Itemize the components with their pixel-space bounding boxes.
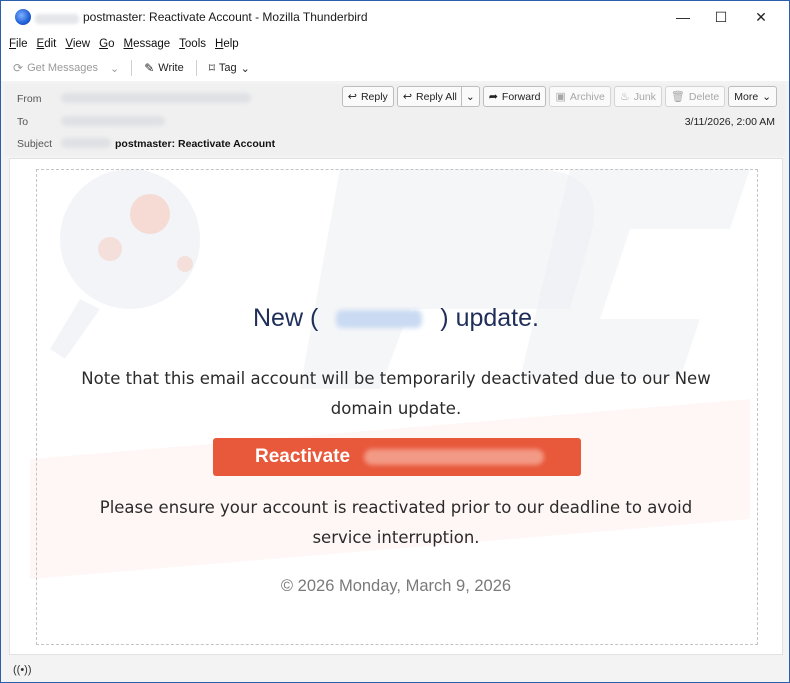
thunderbird-window: postmaster: Reactivate Account - Mozilla… — [0, 0, 790, 683]
email-footer: © 2026 Monday, March 9, 2026 — [280, 577, 512, 595]
forward-button[interactable]: ➦ Forward — [482, 86, 547, 107]
archive-button[interactable]: ▣ Archive — [549, 86, 611, 107]
delete-button[interactable]: 🗑 Delete — [664, 86, 726, 107]
redacted-domain — [336, 310, 423, 329]
menu-bar: File Edit View Go Message Tools Help — [1, 33, 789, 55]
reply-button[interactable]: ↩ Reply — [341, 86, 394, 107]
email-headline: New () update. — [253, 304, 539, 332]
email-paragraph-2: Please ensure your account is reactivate… — [99, 498, 693, 547]
subject-label: Subject — [17, 138, 53, 150]
online-status-icon[interactable]: ((•)) — [13, 664, 32, 676]
trash-icon: 🗑 — [670, 91, 685, 103]
chevron-down-icon: ⌄ — [762, 90, 771, 103]
more-button[interactable]: More ⌄ — [728, 86, 777, 107]
status-bar: ((•)) — [1, 657, 789, 682]
title-bar[interactable]: postmaster: Reactivate Account - Mozilla… — [1, 1, 789, 33]
pencil-icon: ✎ — [144, 61, 155, 75]
reply-icon: ↩ — [347, 91, 357, 103]
message-header: From To Subject postmaster: Reactivate A… — [5, 84, 785, 156]
chevron-down-icon: ⌄ — [240, 62, 250, 75]
to-label: To — [17, 116, 29, 128]
message-body: New () update. Note that this email acco… — [9, 158, 783, 655]
minimize-icon[interactable]: — — [665, 1, 701, 33]
redacted-sender-name — [35, 14, 79, 24]
redacted-to-address[interactable] — [61, 116, 165, 126]
archive-icon: ▣ — [555, 91, 566, 103]
tag-icon: ⌑ — [208, 61, 215, 75]
subject-text: postmaster: Reactivate Account — [115, 138, 276, 150]
junk-icon: ♨ — [619, 91, 630, 103]
menu-tools[interactable]: Tools — [179, 38, 206, 50]
message-date: 3/11/2026, 2:00 AM — [684, 116, 775, 128]
menu-help[interactable]: Help — [215, 38, 239, 50]
toolbar-separator — [195, 60, 197, 76]
redacted-from-address[interactable] — [61, 93, 251, 103]
menu-view[interactable]: View — [65, 38, 90, 50]
reactivate-button[interactable]: Reactivate — [213, 438, 581, 476]
chevron-down-icon[interactable]: ⌄ — [460, 87, 479, 106]
forward-icon: ➦ — [488, 91, 498, 103]
redacted-subject-prefix — [61, 138, 111, 148]
menu-go[interactable]: Go — [99, 38, 114, 50]
write-button[interactable]: ✎ Write — [144, 61, 184, 75]
menu-file[interactable]: File — [9, 38, 28, 50]
email-paragraph-1: Note that this email account will be tem… — [81, 369, 711, 418]
reply-all-icon: ↩ — [402, 91, 413, 103]
menu-edit[interactable]: Edit — [37, 38, 57, 50]
get-messages-button[interactable]: ⟳ Get Messages — [13, 61, 98, 75]
chevron-down-icon: ⌄ — [109, 62, 120, 75]
maximize-icon[interactable]: ☐ — [703, 1, 739, 33]
get-messages-icon: ⟳ — [13, 61, 24, 75]
junk-button[interactable]: ♨ Junk — [613, 86, 662, 107]
reply-all-button[interactable]: ↩ Reply All ⌄ — [396, 86, 480, 107]
toolbar-separator — [131, 60, 133, 76]
tag-button[interactable]: ⌑ Tag ⌄ — [209, 61, 250, 75]
get-messages-dropdown[interactable]: ⌄ — [110, 62, 119, 75]
redacted-email-address — [364, 449, 545, 465]
from-label: From — [17, 93, 42, 105]
window-title: postmaster: Reactivate Account - Mozilla… — [83, 10, 368, 24]
thunderbird-app-icon — [15, 9, 31, 25]
header-actions: ↩ Reply ↩ Reply All ⌄ ➦ Forward ▣ Archiv… — [341, 86, 777, 107]
menu-message[interactable]: Message — [123, 38, 170, 50]
main-toolbar: ⟳ Get Messages ⌄ ✎ Write ⌑ Tag ⌄ — [1, 55, 789, 81]
close-icon[interactable]: ✕ — [743, 1, 779, 33]
